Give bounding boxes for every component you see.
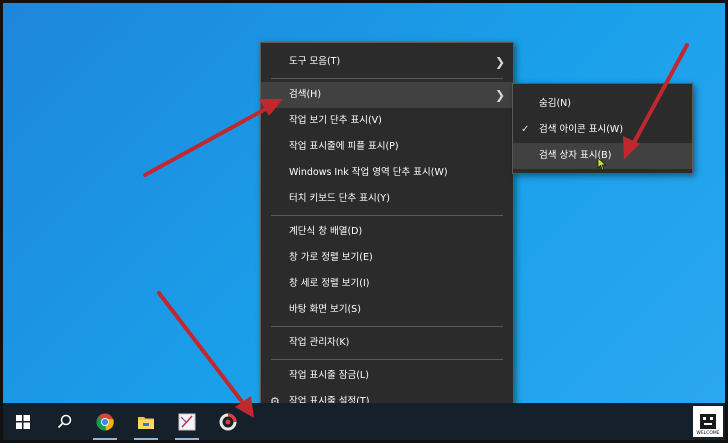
annotation-arrows [143, 43, 689, 418]
arrow-to-taskbar [157, 291, 248, 409]
arrow-head [259, 99, 283, 116]
screenshot-frame: 도구 모음(T) ❯ 검색(H) ❯ 작업 보기 단추 표시(V) 작업 표시줄… [0, 0, 728, 443]
welcome-watermark: WELCOME [693, 406, 723, 437]
mouse-cursor-icon [597, 157, 607, 171]
welcome-logo-icon [700, 414, 716, 429]
arrow-to-search-box-item [629, 43, 689, 150]
watermark-label: WELCOME [696, 431, 720, 436]
arrow-to-search-item [143, 104, 273, 177]
